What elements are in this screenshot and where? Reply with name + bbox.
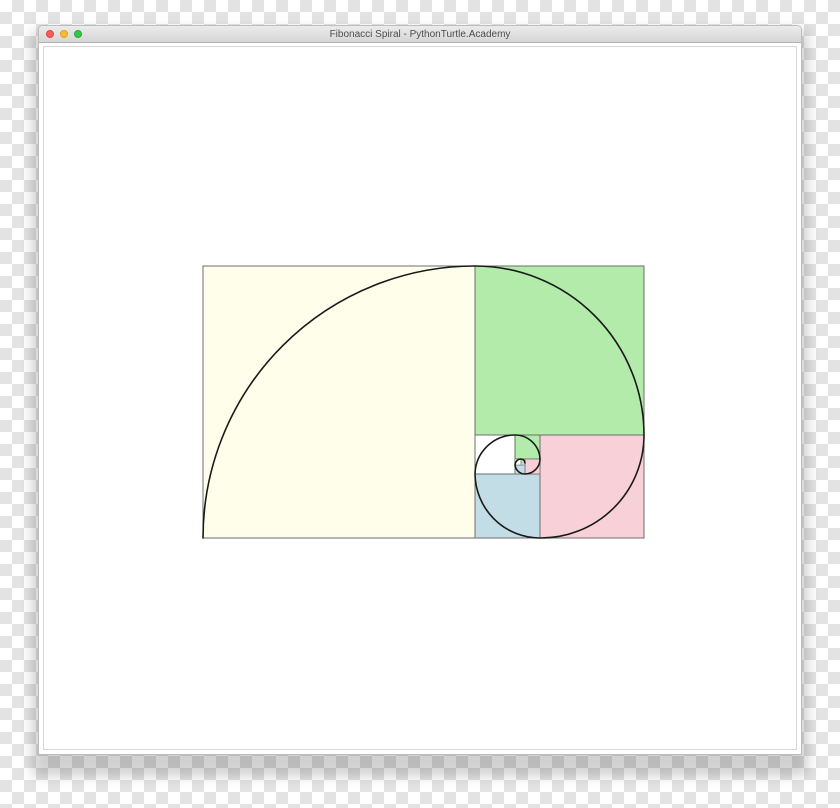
fibonacci-drawing [202, 265, 645, 539]
square-yellow [202, 265, 476, 539]
square-pink [539, 434, 645, 539]
fibonacci-squares [202, 265, 645, 539]
square-green [474, 265, 645, 436]
